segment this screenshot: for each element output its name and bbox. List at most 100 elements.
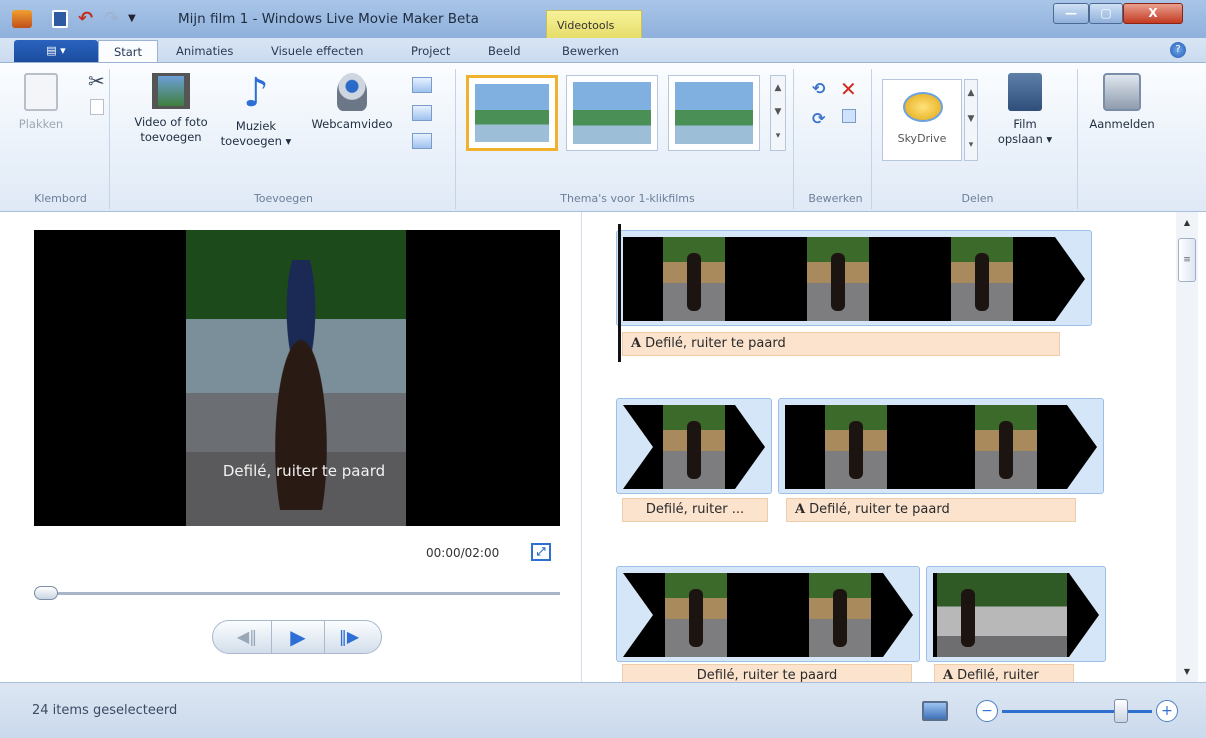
help-icon[interactable]: ? — [1170, 42, 1186, 58]
monitor-icon[interactable] — [922, 701, 948, 721]
scroll-up-icon[interactable]: ▲ — [1176, 218, 1198, 227]
clip-filmstrip — [785, 405, 1097, 489]
theme-thumbnail[interactable] — [668, 75, 760, 151]
save-film-label-1: Film — [1013, 117, 1037, 131]
group-bewerken: ⟲ ✕ ⟳ Bewerken — [800, 69, 872, 209]
play-button[interactable]: ▶ — [271, 621, 325, 653]
zoom-thumb[interactable] — [1114, 699, 1128, 723]
rotate-right-icon[interactable]: ⟳ — [812, 109, 825, 128]
group-klembord: Plakken ✂ Klembord — [12, 69, 110, 209]
app-icon[interactable] — [12, 10, 32, 28]
group-label-toevoegen: Toevoegen — [253, 192, 314, 205]
clip-caption-text: Defilé, ruiter te paard — [809, 502, 950, 517]
theme-thumbnail[interactable] — [566, 75, 658, 151]
cut-icon[interactable]: ✂ — [88, 69, 105, 93]
clip-caption[interactable]: A Defilé, ruiter — [934, 664, 1074, 682]
theme-thumbnail[interactable] — [466, 75, 558, 151]
storyboard-clip[interactable] — [616, 566, 920, 662]
app-menu-button[interactable]: ▤ ▾ — [14, 40, 98, 62]
film-save-icon — [1008, 73, 1042, 111]
webcam-label: Webcamvideo — [311, 117, 393, 131]
playhead[interactable] — [618, 224, 621, 362]
quick-access-dropdown-icon[interactable]: ▼ — [128, 10, 142, 28]
redo-icon[interactable]: ↷ — [104, 10, 122, 28]
clip-filmstrip — [623, 237, 1085, 321]
maximize-button[interactable]: ▢ — [1089, 3, 1123, 24]
signin-icon — [1103, 73, 1141, 111]
tab-project[interactable]: Project — [411, 40, 450, 62]
fullscreen-icon[interactable]: ⤢ — [531, 543, 551, 561]
window-title: Mijn film 1 - Windows Live Movie Maker B… — [178, 11, 479, 27]
previous-frame-button[interactable]: ◀‖ — [227, 621, 267, 653]
clip-caption-text: Defilé, ruiter — [957, 668, 1039, 682]
group-themes: ▲ ▼ ▾ Thema's voor 1-klikfilms — [462, 69, 794, 209]
add-video-label-1: Video of foto — [134, 115, 208, 129]
undo-icon[interactable]: ↶ — [78, 10, 96, 28]
skydrive-icon — [903, 92, 943, 122]
zoom-out-button[interactable]: − — [976, 700, 998, 722]
remove-icon[interactable]: ✕ — [840, 77, 857, 101]
music-icon: ♪ — [243, 70, 269, 116]
status-bar: 24 items geselecteerd − + — [0, 682, 1206, 738]
paste-button[interactable]: Plakken — [16, 73, 66, 132]
storyboard-clip[interactable] — [778, 398, 1104, 494]
clip-thumbnail — [951, 237, 1013, 321]
clip-filmstrip — [623, 573, 913, 657]
app-window: ↶ ↷ ▼ Mijn film 1 - Windows Live Movie M… — [0, 0, 1206, 738]
group-toevoegen: Video of foto toevoegen ♪ Muziek toevoeg… — [112, 69, 456, 209]
next-frame-button[interactable]: ‖▶ — [329, 621, 369, 653]
seek-thumb[interactable] — [34, 586, 58, 600]
add-video-button[interactable]: Video of foto toevoegen — [122, 73, 220, 145]
paste-label: Plakken — [18, 117, 64, 131]
tab-animaties[interactable]: Animaties — [176, 40, 233, 62]
copy-icon[interactable] — [90, 99, 104, 115]
group-label-bewerken: Bewerken — [808, 192, 863, 205]
scroll-down-icon[interactable]: ▼ — [1176, 667, 1198, 676]
group-label-themes: Thema's voor 1-klikfilms — [560, 192, 695, 205]
title-icon[interactable] — [412, 77, 432, 93]
ribbon: Plakken ✂ Klembord Video of foto toevoeg… — [0, 62, 1206, 212]
tab-visuele-effecten[interactable]: Visuele effecten — [271, 40, 363, 62]
seek-bar[interactable] — [34, 586, 560, 600]
storyboard: A Defilé, ruiter te paard Defilé, ruiter … — [596, 212, 1172, 682]
tab-bewerken[interactable]: Bewerken — [562, 40, 619, 62]
skydrive-label: SkyDrive — [897, 132, 947, 145]
storyboard-clip[interactable] — [616, 398, 772, 494]
zoom-in-button[interactable]: + — [1156, 700, 1178, 722]
minimize-button[interactable]: — — [1053, 3, 1089, 24]
credits-icon[interactable] — [412, 133, 432, 149]
add-music-button[interactable]: ♪ Muziek toevoegen ▾ — [220, 73, 292, 149]
video-caption: Defilé, ruiter te paard — [222, 462, 386, 480]
rotate-left-icon[interactable]: ⟲ — [812, 79, 825, 98]
signin-button[interactable]: Aanmelden — [1088, 73, 1156, 132]
storyboard-scrollbar[interactable]: ▲ ≡ ▼ — [1176, 212, 1198, 682]
webcam-button[interactable]: Webcamvideo — [302, 73, 402, 132]
storyboard-clip[interactable] — [926, 566, 1106, 662]
storyboard-clip[interactable] — [616, 230, 1092, 326]
select-all-icon[interactable] — [842, 109, 856, 123]
share-gallery-scroll[interactable]: ▲ ▼ ▾ — [964, 79, 978, 161]
clip-thumbnail — [665, 573, 727, 657]
clip-caption[interactable]: Defilé, ruiter te paard — [622, 664, 912, 682]
group-delen: SkyDrive ▲ ▼ ▾ Film opslaan ▾ Delen — [878, 69, 1078, 209]
skydrive-button[interactable]: SkyDrive — [882, 79, 962, 161]
playback-controls: ◀‖ ▶ ‖▶ — [212, 620, 382, 654]
video-frame: Defilé, ruiter te paard — [186, 230, 406, 526]
clip-filmstrip — [623, 405, 765, 489]
group-label-delen: Delen — [961, 192, 994, 205]
context-tab-videotools[interactable]: Videotools — [546, 10, 642, 38]
save-icon[interactable] — [52, 10, 68, 28]
scroll-thumb[interactable]: ≡ — [1178, 238, 1196, 282]
clip-caption[interactable]: A Defilé, ruiter te paard — [786, 498, 1076, 522]
clip-caption[interactable]: A Defilé, ruiter te paard — [622, 332, 1060, 356]
clip-caption[interactable]: Defilé, ruiter ... — [622, 498, 768, 522]
caption-icon[interactable] — [412, 105, 432, 121]
zoom-slider[interactable] — [1002, 710, 1152, 713]
tab-beeld[interactable]: Beeld — [488, 40, 521, 62]
video-preview[interactable]: Defilé, ruiter te paard — [34, 230, 560, 526]
close-button[interactable]: X — [1123, 3, 1183, 24]
clip-caption-text: Defilé, ruiter te paard — [696, 668, 838, 682]
theme-gallery-scroll[interactable]: ▲ ▼ ▾ — [770, 75, 786, 151]
tab-start[interactable]: Start — [98, 40, 158, 62]
save-film-button[interactable]: Film opslaan ▾ — [990, 73, 1060, 147]
